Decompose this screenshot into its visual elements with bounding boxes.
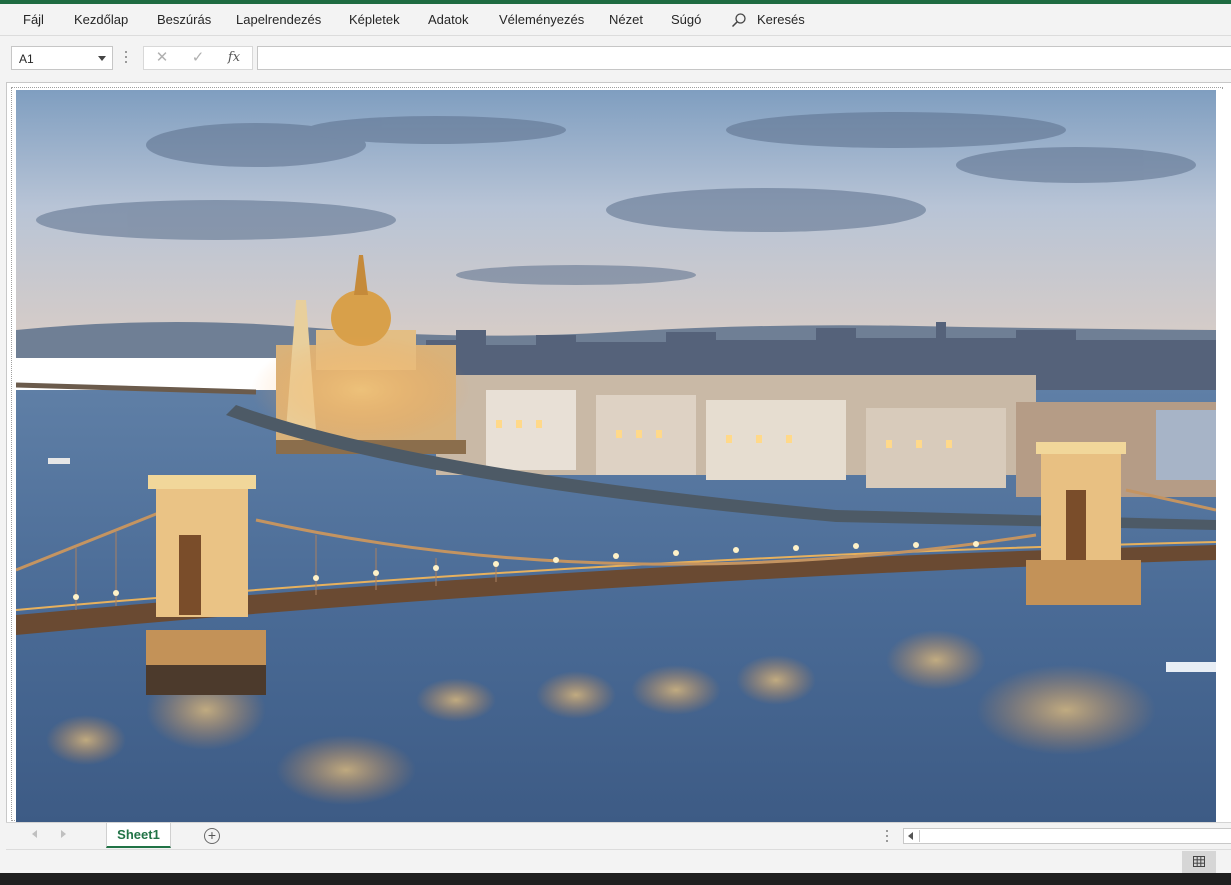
sheet-scroll-right-icon[interactable]	[61, 830, 66, 838]
scrollbar-divider	[919, 830, 920, 842]
insert-function-icon[interactable]: fx	[220, 48, 248, 68]
embedded-picture[interactable]	[16, 90, 1216, 822]
tab-insert[interactable]: Beszúrás	[157, 12, 211, 27]
tab-page-layout[interactable]: Lapelrendezés	[236, 12, 321, 27]
sheet-scroll-left-icon[interactable]	[32, 830, 37, 838]
desktop-edge	[0, 873, 1231, 885]
tab-data[interactable]: Adatok	[428, 12, 468, 27]
search-icon[interactable]	[731, 12, 747, 28]
formula-bar: A1 ✕ ✓ fx	[0, 36, 1231, 82]
ribbon-tabs: Fájl Kezdőlap Beszúrás Lapelrendezés Kép…	[0, 4, 1231, 35]
add-sheet-icon[interactable]: +	[204, 828, 220, 844]
sheet-tabs-bar: Sheet1 +	[6, 822, 1231, 849]
excel-window: Fájl Kezdőlap Beszúrás Lapelrendezés Kép…	[0, 0, 1231, 873]
formula-input[interactable]	[257, 46, 1231, 70]
formula-bar-grip-icon[interactable]	[125, 51, 128, 65]
name-box-value: A1	[19, 52, 34, 66]
tab-file[interactable]: Fájl	[23, 12, 44, 27]
sheet-tab-sheet1[interactable]: Sheet1	[106, 823, 171, 848]
worksheet-area[interactable]	[6, 82, 1231, 822]
formula-buttons: ✕ ✓ fx	[143, 46, 253, 70]
tab-help[interactable]: Súgó	[671, 12, 701, 27]
budapest-photo	[16, 90, 1216, 822]
cancel-icon[interactable]: ✕	[148, 48, 176, 68]
tab-formulas[interactable]: Képletek	[349, 12, 400, 27]
enter-icon[interactable]: ✓	[184, 48, 212, 68]
tab-view[interactable]: Nézet	[609, 12, 643, 27]
sheet-gap	[1216, 90, 1231, 822]
tab-split-grip-icon[interactable]	[886, 830, 889, 844]
name-box[interactable]: A1	[11, 46, 113, 70]
normal-view-icon	[1193, 856, 1205, 867]
horizontal-scrollbar[interactable]	[903, 828, 1231, 844]
chevron-down-icon[interactable]	[98, 56, 106, 61]
normal-view-button[interactable]	[1182, 851, 1216, 873]
tab-home[interactable]: Kezdőlap	[74, 12, 128, 27]
scroll-left-icon[interactable]	[908, 832, 913, 840]
status-bar	[6, 849, 1231, 873]
tab-review[interactable]: Véleményezés	[499, 12, 584, 27]
search-box-label[interactable]: Keresés	[757, 12, 805, 27]
